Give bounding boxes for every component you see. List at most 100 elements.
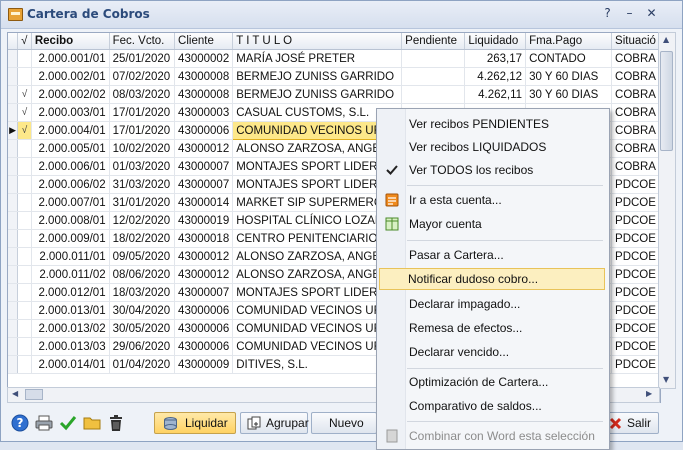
row-check[interactable]	[17, 139, 32, 158]
fecha-cell: 08/06/2020	[109, 265, 176, 284]
menu-item-ir-cuenta[interactable]: Ir a esta cuenta...	[379, 189, 605, 211]
fecha-cell: 31/03/2020	[109, 175, 176, 194]
scroll-left-icon[interactable]: ◀	[12, 389, 18, 398]
row-check[interactable]	[17, 157, 32, 176]
row-check[interactable]	[17, 211, 32, 230]
folder-icon[interactable]	[83, 414, 101, 432]
row-indicator	[8, 247, 19, 266]
situacion-cell: COBRA	[611, 103, 660, 122]
row-check[interactable]	[17, 337, 32, 356]
situacion-cell: PDCOE	[611, 193, 660, 212]
situacion-header[interactable]: Situació	[611, 33, 660, 50]
close-window-button[interactable]: ✕	[643, 5, 660, 22]
menu-item-label: Mayor cuenta	[409, 217, 482, 231]
cliente-cell: 43000014	[174, 193, 234, 212]
menu-item-comparativo[interactable]: Comparativo de saldos...	[379, 395, 605, 417]
situacion-cell: PDCOE	[611, 319, 660, 338]
cliente-cell: 43000006	[174, 301, 234, 320]
svg-text:?: ?	[17, 416, 24, 430]
cliente-cell: 43000002	[174, 49, 234, 68]
fecha-cell: 18/02/2020	[109, 229, 176, 248]
horizontal-scroll-thumb[interactable]	[25, 389, 43, 400]
row-indicator	[8, 337, 19, 356]
row-indicator	[8, 319, 19, 338]
row-check[interactable]	[17, 319, 32, 338]
fmapago-header[interactable]: Fma.Pago	[525, 33, 613, 50]
row-indicator	[8, 283, 19, 302]
help-window-button[interactable]: ?	[599, 5, 616, 22]
table-row[interactable]: √ 2.000.002/02 08/03/2020 43000008 BERMEJO Z…	[8, 85, 660, 104]
liquidado-header[interactable]: Liquidado	[464, 33, 527, 50]
row-check[interactable]	[17, 193, 32, 212]
salir-button[interactable]: Salir	[603, 412, 659, 434]
check-icon[interactable]	[59, 414, 77, 432]
menu-item-ver-liquidados[interactable]: Ver recibos LIQUIDADOS	[379, 136, 605, 158]
row-check[interactable]: √	[17, 85, 32, 104]
menu-item-label: Ver recibos LIQUIDADOS	[409, 140, 547, 154]
menu-item-remesa-efectos[interactable]: Remesa de efectos...	[379, 317, 605, 339]
row-check[interactable]: √	[17, 121, 32, 140]
menu-item-combinar-word[interactable]: Combinar con Word esta selección	[379, 425, 605, 447]
recibo-cell: 2.000.002/01	[31, 67, 110, 86]
cliente-cell: 43000003	[174, 103, 234, 122]
ledger-icon	[385, 217, 399, 231]
row-indicator	[8, 157, 19, 176]
menu-item-mayor-cuenta[interactable]: Mayor cuenta	[379, 213, 605, 235]
print-icon[interactable]	[35, 414, 53, 432]
help-icon[interactable]: ?	[11, 414, 29, 432]
context-menu: Ver recibos PENDIENTES Ver recibos LIQUI…	[376, 108, 610, 450]
menu-item-pasar-cartera[interactable]: Pasar a Cartera...	[379, 244, 605, 266]
checkmark-icon	[386, 165, 398, 175]
menu-separator	[407, 368, 603, 369]
situacion-cell: PDCOE	[611, 175, 660, 194]
menu-item-optimizacion[interactable]: Optimización de Cartera...	[379, 371, 605, 393]
check-header[interactable]: √	[17, 33, 32, 50]
row-check[interactable]	[17, 283, 32, 302]
cliente-cell: 43000008	[174, 85, 234, 104]
nuevo-button[interactable]: Nuevo	[311, 412, 377, 434]
vertical-scroll-thumb[interactable]	[660, 51, 673, 151]
cliente-cell: 43000007	[174, 283, 234, 302]
scroll-right-icon[interactable]: ▶	[646, 389, 652, 398]
pendiente-header[interactable]: Pendiente	[401, 33, 466, 50]
minimize-button[interactable]: –	[621, 5, 638, 22]
titulo-cell: MARÍA JOSÉ PRETER	[232, 49, 403, 68]
recibo-cell: 2.000.006/02	[31, 175, 110, 194]
menu-item-declarar-vencido[interactable]: Declarar vencido...	[379, 341, 605, 363]
agrupar-button[interactable]: Agrupar	[240, 412, 309, 434]
situacion-cell: COBRA	[611, 121, 660, 140]
row-indicator	[8, 265, 19, 284]
scroll-up-icon[interactable]: ▲	[663, 35, 669, 44]
recibo-cell: 2.000.001/01	[31, 49, 110, 68]
recibo-header[interactable]: Recibo	[31, 33, 110, 50]
fecha-cell: 30/05/2020	[109, 319, 176, 338]
menu-item-label: Remesa de efectos...	[409, 321, 523, 335]
row-check[interactable]	[17, 175, 32, 194]
row-check[interactable]	[17, 49, 32, 68]
header-row: √ Recibo Fec. Vcto. Cliente T I T U L O …	[8, 33, 660, 50]
cliente-header[interactable]: Cliente	[174, 33, 234, 50]
table-row[interactable]: 2.000.001/01 25/01/2020 43000002 MARÍA JOSÉ…	[8, 49, 660, 68]
liquidar-button[interactable]: Liquidar	[154, 412, 236, 434]
menu-item-ver-todos[interactable]: Ver TODOS los recibos	[379, 159, 605, 181]
table-row[interactable]: 2.000.002/01 07/02/2020 43000008 BERMEJO ZU…	[8, 67, 660, 86]
titulo-header[interactable]: T I T U L O	[232, 33, 403, 50]
menu-item-label: Ver recibos PENDIENTES	[409, 117, 550, 131]
menu-item-declarar-impagado[interactable]: Declarar impagado...	[379, 293, 605, 315]
situacion-cell: COBRA	[611, 139, 660, 158]
row-check[interactable]: √	[17, 103, 32, 122]
row-check[interactable]	[17, 355, 32, 374]
menu-item-ver-pendientes[interactable]: Ver recibos PENDIENTES	[379, 113, 605, 135]
fecha-cell: 30/04/2020	[109, 301, 176, 320]
row-check[interactable]	[17, 67, 32, 86]
row-check[interactable]	[17, 265, 32, 284]
vertical-scrollbar[interactable]: ▲ ▼	[658, 32, 676, 389]
cliente-cell: 43000007	[174, 157, 234, 176]
trash-icon[interactable]	[107, 414, 125, 432]
menu-item-notificar-dudoso[interactable]: Notificar dudoso cobro...	[379, 268, 605, 290]
row-check[interactable]	[17, 301, 32, 320]
row-check[interactable]	[17, 247, 32, 266]
row-check[interactable]	[17, 229, 32, 248]
fecha-header[interactable]: Fec. Vcto.	[109, 33, 176, 50]
scroll-down-icon[interactable]: ▼	[663, 375, 669, 384]
